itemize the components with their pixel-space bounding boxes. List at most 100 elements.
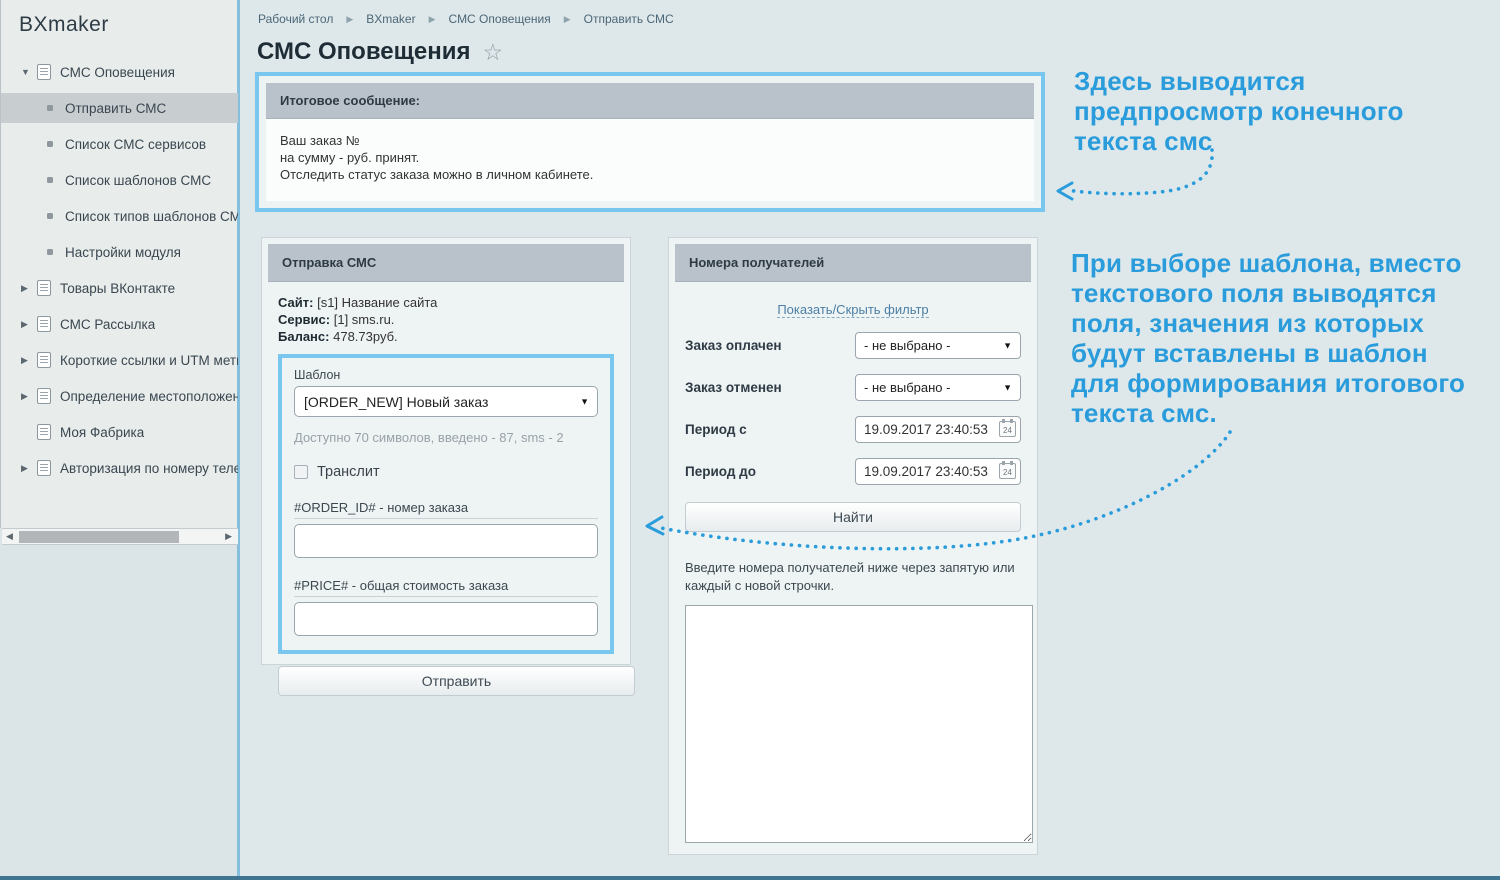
balance-info: Баланс: 478.73руб. <box>278 328 614 345</box>
sidebar-item-label[interactable]: Моя Фабрика <box>60 425 144 440</box>
chars-hint: Доступно 70 символов, введено - 87, sms … <box>294 430 598 445</box>
order-id-field-label: #ORDER_ID# - номер заказа <box>294 500 598 519</box>
final-message-line: на сумму - руб. принят. <box>280 149 1020 166</box>
sidebar-item-label[interactable]: Короткие ссылки и UTM метки <box>60 353 238 368</box>
chevron-right-icon[interactable]: ▶ <box>21 355 37 366</box>
sidebar-item-sms-templates-list[interactable]: Список шаблонов СМС <box>1 162 238 198</box>
balance-value: 478.73руб. <box>333 329 398 344</box>
document-icon <box>37 280 51 296</box>
order-id-input[interactable] <box>294 524 598 558</box>
breadcrumb-item-bxmaker[interactable]: BXmaker <box>366 12 415 26</box>
filter-control: - не выбрано - ▼ <box>855 332 1021 359</box>
sidebar: BXmaker ▼ СМС Оповещения Отправить СМС С… <box>0 0 240 876</box>
breadcrumb-item-sms-notifications[interactable]: СМС Оповещения <box>449 12 551 26</box>
sidebar-item-vk-goods[interactable]: ▶ Товары ВКонтакте <box>1 270 238 306</box>
sidebar-item-short-links-utm[interactable]: ▶ Короткие ссылки и UTM метки <box>1 342 238 378</box>
final-message-line: Отследить статус заказа можно в личном к… <box>280 166 1020 183</box>
sidebar-item-label[interactable]: Товары ВКонтакте <box>60 281 175 296</box>
sidebar-item-label[interactable]: Авторизация по номеру телефона <box>60 461 238 476</box>
document-icon <box>37 388 51 404</box>
filter-toggle-row: Показать/Скрыть фильтр <box>685 302 1021 317</box>
sidebar-item-template-types-list[interactable]: Список типов шаблонов СМС <box>1 198 238 234</box>
translit-checkbox[interactable] <box>294 465 308 479</box>
sidebar-item-label[interactable]: СМС Рассылка <box>60 317 155 332</box>
page-title: СМС Оповещения <box>257 38 470 66</box>
price-input[interactable] <box>294 602 598 636</box>
template-select[interactable]: [ORDER_NEW] Новый заказ <box>294 386 598 417</box>
scrollbar-thumb[interactable] <box>19 531 179 543</box>
document-icon <box>37 460 51 476</box>
bullet-icon <box>47 249 53 255</box>
sidebar-menu-zone: BXmaker ▼ СМС Оповещения Отправить СМС С… <box>0 0 237 528</box>
translit-label: Транслит <box>317 464 380 480</box>
breadcrumb-item-desktop[interactable]: Рабочий стол <box>258 12 333 26</box>
send-button[interactable]: Отправить <box>278 666 635 696</box>
sidebar-item-label[interactable]: СМС Оповещения <box>60 65 175 80</box>
recipients-panel-body: Показать/Скрыть фильтр Заказ оплачен - н… <box>675 282 1031 856</box>
order-canceled-select[interactable]: - не выбрано - <box>855 374 1021 401</box>
chevron-right-icon[interactable]: ▶ <box>21 319 37 330</box>
recipients-numbers-textarea[interactable] <box>685 605 1033 843</box>
final-message-body: Ваш заказ № на сумму - руб. принят. Отсл… <box>266 119 1034 201</box>
send-sms-panel: Отправка СМС Сайт: [s1] Название сайта С… <box>261 237 631 665</box>
final-message-box: Итоговое сообщение: Ваш заказ № на сумму… <box>255 72 1045 212</box>
filter-row-period-to: Период до 24 <box>685 458 1021 485</box>
bullet-icon <box>47 213 53 219</box>
sidebar-item-sms-notifications[interactable]: ▼ СМС Оповещения <box>1 54 238 90</box>
find-button[interactable]: Найти <box>685 502 1021 532</box>
order-paid-select[interactable]: - не выбрано - <box>855 332 1021 359</box>
filter-label: Период с <box>685 422 747 437</box>
breadcrumb-item-send-sms[interactable]: Отправить СМС <box>584 12 674 26</box>
numbers-hint: Введите номера получателей ниже через за… <box>685 559 1021 595</box>
balance-label: Баланс: <box>278 329 329 344</box>
breadcrumb-separator-icon: ▶ <box>564 14 571 25</box>
site-value: [s1] Название сайта <box>317 295 437 310</box>
sidebar-item-label[interactable]: Список шаблонов СМС <box>65 173 211 188</box>
translit-row: Транслит <box>294 464 598 480</box>
breadcrumb-separator-icon: ▶ <box>429 14 436 25</box>
filter-label: Период до <box>685 464 756 479</box>
sidebar-horizontal-scrollbar[interactable]: ◀ ▶ <box>2 528 238 545</box>
sidebar-item-my-fabrika[interactable]: Моя Фабрика <box>1 414 238 450</box>
bottom-bar <box>0 876 1500 880</box>
calendar-icon[interactable]: 24 <box>999 421 1016 437</box>
period-from-input[interactable] <box>855 416 1021 443</box>
sidebar-item-label[interactable]: Отправить СМС <box>65 101 166 116</box>
chevron-down-icon[interactable]: ▼ <box>21 67 37 77</box>
service-label: Сервис: <box>278 312 330 327</box>
calendar-icon[interactable]: 24 <box>999 463 1016 479</box>
sidebar-item-sms-services-list[interactable]: Список СМС сервисов <box>1 126 238 162</box>
sidebar-item-geolocation[interactable]: ▶ Определение местоположения <box>1 378 238 414</box>
document-icon <box>37 352 51 368</box>
site-info: Сайт: [s1] Название сайта <box>278 294 614 311</box>
favorite-star-icon[interactable]: ☆ <box>482 41 503 64</box>
page-title-row: СМС Оповещения ☆ <box>257 38 503 66</box>
sidebar-item-label[interactable]: Список СМС сервисов <box>65 137 206 152</box>
document-icon <box>37 316 51 332</box>
bullet-icon <box>47 105 53 111</box>
scroll-right-icon[interactable]: ▶ <box>225 531 232 542</box>
annotation-preview-note: Здесь выводится предпросмотр конечного т… <box>1074 66 1439 156</box>
filter-row-order-paid: Заказ оплачен - не выбрано - ▼ <box>685 332 1021 359</box>
chevron-right-icon[interactable]: ▶ <box>21 283 37 294</box>
chevron-right-icon[interactable]: ▶ <box>21 391 37 402</box>
final-message-header: Итоговое сообщение: <box>266 83 1034 119</box>
sidebar-item-label[interactable]: Определение местоположения <box>60 389 238 404</box>
sidebar-menu: ▼ СМС Оповещения Отправить СМС Список СМ… <box>1 54 238 486</box>
sidebar-item-module-settings[interactable]: Настройки модуля <box>1 234 238 270</box>
sidebar-item-send-sms[interactable]: Отправить СМС <box>1 93 238 123</box>
filter-row-period-from: Период с 24 <box>685 416 1021 443</box>
sidebar-item-phone-auth[interactable]: ▶ Авторизация по номеру телефона <box>1 450 238 486</box>
service-info: Сервис: [1] sms.ru. <box>278 311 614 328</box>
scroll-left-icon[interactable]: ◀ <box>6 531 13 542</box>
show-hide-filter-link[interactable]: Показать/Скрыть фильтр <box>777 302 928 318</box>
document-icon <box>37 64 51 80</box>
sidebar-item-label[interactable]: Список типов шаблонов СМС <box>65 209 238 224</box>
filter-control: 24 <box>855 458 1021 485</box>
period-to-input[interactable] <box>855 458 1021 485</box>
sidebar-item-sms-mailing[interactable]: ▶ СМС Рассылка <box>1 306 238 342</box>
sidebar-item-label[interactable]: Настройки модуля <box>65 245 181 260</box>
chevron-right-icon[interactable]: ▶ <box>21 463 37 474</box>
site-label: Сайт: <box>278 295 313 310</box>
annotation-template-note: При выборе шаблона, вместо текстового по… <box>1071 248 1471 428</box>
